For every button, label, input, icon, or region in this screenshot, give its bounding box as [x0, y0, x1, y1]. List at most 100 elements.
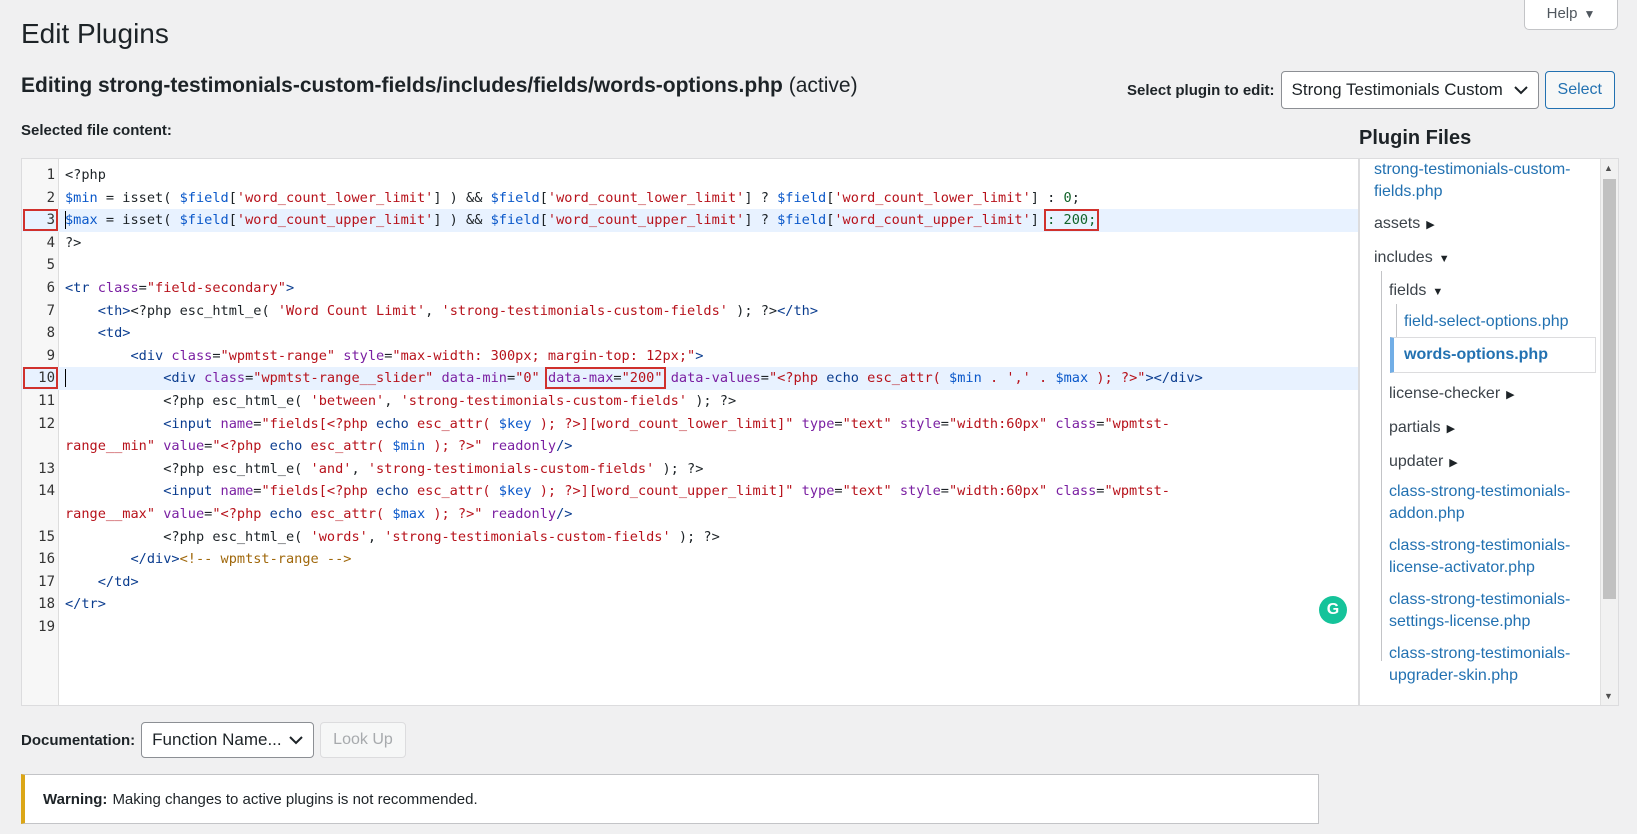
code-line-6: 6 <tr class="field-secondary"> [22, 277, 1358, 300]
plugin-select-value: Strong Testimonials Custom [1291, 80, 1503, 99]
folder-updater[interactable]: updater ▶ [1389, 451, 1458, 474]
code-line-7: 7 <th><?php esc_html_e( 'Word Count Limi… [22, 300, 1358, 323]
file-class-addon[interactable]: class-strong-testimonials-addon.php [1389, 481, 1570, 525]
editing-file: strong-testimonials-custom-fields/includ… [98, 74, 783, 97]
caret-down-icon: ▼ [1432, 286, 1444, 298]
code-line-10: 10 <div class="wpmtst-range__slider" dat… [22, 367, 1358, 390]
caret-right-icon: ▶ [1446, 423, 1456, 435]
line-number: 2 [46, 189, 55, 206]
caret-right-icon: ▶ [1506, 389, 1515, 401]
warning-text: Making changes to active plugins is not … [112, 790, 478, 808]
selected-file-label: Selected file content: [21, 122, 172, 139]
code-line-12-wrap: range__min" value="<?php echo esc_attr( … [22, 435, 1358, 458]
chevron-down-icon [1513, 86, 1528, 95]
chevron-down-icon [289, 736, 303, 745]
folder-assets[interactable]: assets ▶ [1374, 213, 1435, 236]
plugin-select[interactable]: Strong Testimonials Custom [1280, 71, 1539, 109]
caret-down-icon: ▼ [1438, 253, 1450, 265]
folder-includes[interactable]: includes ▼ [1374, 247, 1450, 270]
documentation-label: Documentation: [21, 731, 136, 749]
code-line-2: 2 $min = isset( $field['word_count_lower… [22, 187, 1358, 210]
code-line-5: 5 [22, 254, 1358, 277]
line-highlight-box [23, 367, 58, 390]
highlighted-data-max: data-max="200" [544, 367, 666, 390]
warning-notice: Warning: Making changes to active plugin… [21, 774, 1319, 824]
line-number: 16 [38, 551, 55, 568]
help-label: Help [1546, 5, 1578, 22]
documentation-select-value: Function Name... [152, 730, 282, 749]
highlighted-default-value: : 200; [1044, 209, 1100, 232]
select-plugin-form: Select plugin to edit: Strong Testimonia… [1127, 71, 1615, 109]
line-number [22, 503, 59, 526]
editing-status: (active) [788, 74, 858, 97]
line-number: 19 [38, 618, 55, 635]
documentation-select[interactable]: Function Name... [141, 722, 315, 758]
tree-connector [1381, 271, 1382, 661]
folder-fields[interactable]: fields ▼ [1389, 280, 1443, 303]
scroll-up-icon[interactable]: ▲ [1604, 163, 1613, 173]
caret-right-icon: ▶ [1449, 457, 1458, 469]
code-line-14-wrap: range__max" value="<?php echo esc_attr( … [22, 503, 1358, 526]
code-line-19: 19 [22, 616, 1358, 639]
files-scrollbar[interactable]: ▲ ▼ [1600, 159, 1618, 705]
line-number: 4 [46, 234, 55, 251]
code-line-15: 15 <?php esc_html_e( 'words', 'strong-te… [22, 526, 1358, 549]
line-number: 17 [38, 573, 55, 590]
line-highlight-box [23, 209, 58, 232]
code-line-1: 1 <?php [22, 164, 1358, 187]
code-line-17: 17 </td> [22, 571, 1358, 594]
line-number: 3 [22, 209, 59, 232]
folder-license-checker[interactable]: license-checker ▶ [1389, 383, 1515, 406]
line-number: 18 [38, 596, 55, 613]
line-number: 14 [38, 483, 55, 500]
code-line-8: 8 <td> [22, 322, 1358, 345]
line-number: 1 [46, 167, 55, 183]
code-line-12: 12 <input name="fields[<?php echo esc_at… [22, 413, 1358, 436]
caret-right-icon: ▶ [1426, 219, 1435, 231]
select-plugin-label: Select plugin to edit: [1127, 81, 1275, 99]
code-line-13: 13 <?php esc_html_e( 'and', 'strong-test… [22, 458, 1358, 481]
line-number: 15 [38, 528, 55, 545]
help-button[interactable]: Help ▼ [1524, 0, 1618, 30]
code-lines: 1 <?php 2 $min = isset( $field['word_cou… [22, 164, 1358, 638]
code-line-3: 3 $max = isset( $field['word_count_upper… [22, 209, 1358, 232]
plugin-files-heading: Plugin Files [1359, 127, 1472, 149]
page-title: Edit Plugins [21, 18, 169, 49]
line-number: 6 [46, 279, 55, 296]
warning-label: Warning: [43, 790, 108, 808]
line-number: 10 [22, 367, 59, 390]
code-line-18: 18 </tr> [22, 593, 1358, 616]
scroll-down-icon[interactable]: ▼ [1604, 691, 1613, 701]
file-main-plugin[interactable]: strong-testimonials-custom-fields.php [1374, 159, 1571, 203]
file-class-upgrader-skin[interactable]: class-strong-testimonials-upgrader-skin.… [1389, 643, 1570, 687]
documentation-form: Documentation: Function Name... Look Up [21, 722, 406, 758]
select-button[interactable]: Select [1544, 71, 1615, 109]
scrollbar-thumb[interactable] [1603, 179, 1616, 599]
code-token: <?php [65, 167, 106, 183]
file-field-select-options[interactable]: field-select-options.php [1404, 311, 1569, 333]
line-number: 13 [38, 460, 55, 477]
line-number: 8 [46, 325, 55, 342]
editing-prefix: Editing [21, 74, 93, 97]
code-editor[interactable]: 1 <?php 2 $min = isset( $field['word_cou… [21, 158, 1359, 706]
file-class-settings-license[interactable]: class-strong-testimonials-settings-licen… [1389, 589, 1570, 633]
code-line-16: 16 </div><!-- wpmtst-range --> [22, 548, 1358, 571]
file-words-options-current[interactable]: words-options.php [1390, 337, 1596, 373]
line-number: 11 [38, 392, 55, 409]
line-number [22, 435, 59, 458]
line-number: 5 [46, 257, 55, 274]
line-number: 9 [46, 347, 55, 364]
line-number: 7 [46, 302, 55, 319]
code-line-4: 4 ?> [22, 232, 1358, 255]
folder-partials[interactable]: partials ▶ [1389, 417, 1455, 440]
editing-heading: Editing strong-testimonials-custom-field… [21, 74, 858, 98]
file-class-license-activator[interactable]: class-strong-testimonials-license-activa… [1389, 535, 1570, 579]
grammarly-icon[interactable]: G [1319, 596, 1347, 624]
line-number: 12 [38, 415, 55, 432]
plugin-files-list: strong-testimonials-custom-fields.php as… [1359, 158, 1619, 706]
look-up-button[interactable]: Look Up [320, 722, 406, 758]
code-line-9: 9 <div class="wpmtst-range" style="max-w… [22, 345, 1358, 368]
caret-down-icon: ▼ [1583, 6, 1596, 21]
code-line-11: 11 <?php esc_html_e( 'between', 'strong-… [22, 390, 1358, 413]
code-line-14: 14 <input name="fields[<?php echo esc_at… [22, 480, 1358, 503]
